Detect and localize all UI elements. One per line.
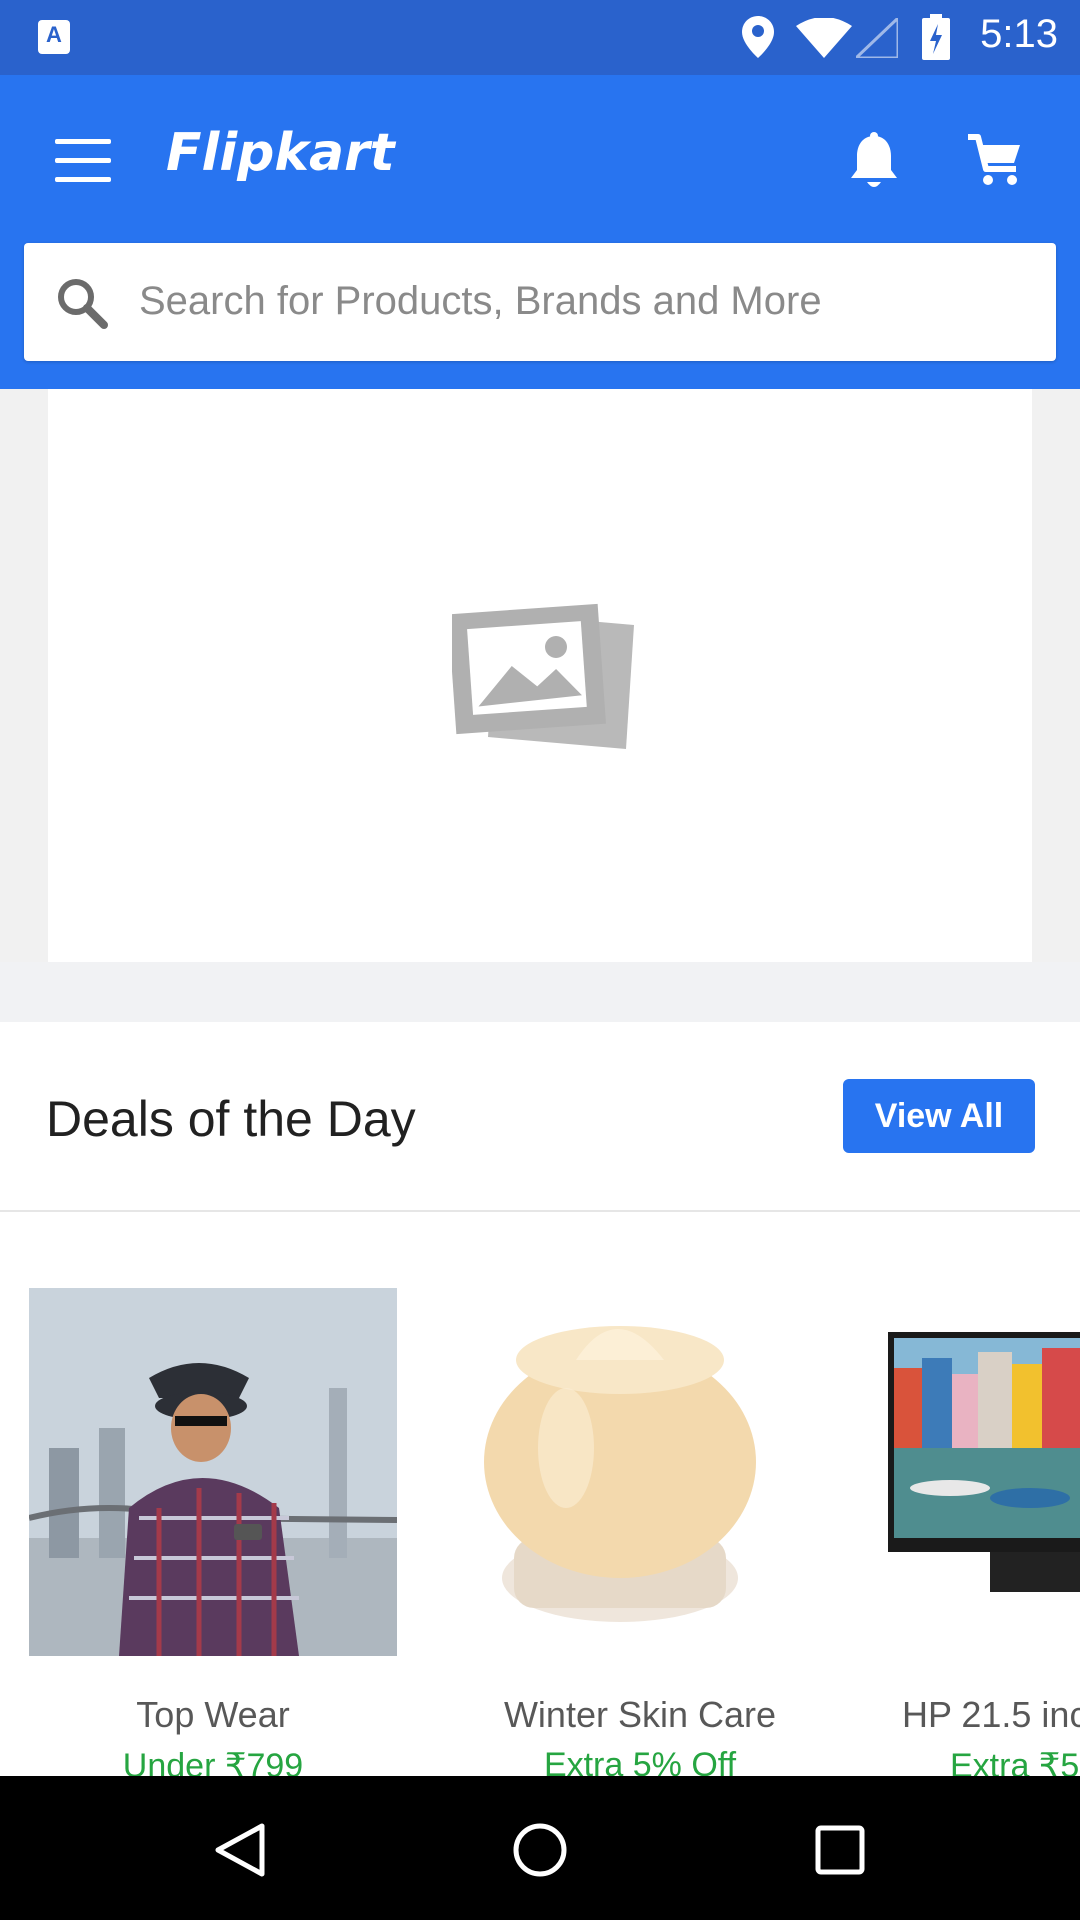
deal-image-top-wear xyxy=(29,1288,397,1656)
cart-icon[interactable] xyxy=(966,131,1024,189)
deal-item-winter-skin-care[interactable]: Winter Skin Care Extra 5% Off xyxy=(455,1288,825,1785)
app-notification-icon: A xyxy=(38,20,70,54)
recents-icon[interactable] xyxy=(810,1820,870,1880)
deal-name: Winter Skin Care xyxy=(503,1694,777,1735)
status-bar: A 5:13 xyxy=(0,0,1080,75)
deal-name: Top Wear xyxy=(136,1694,290,1735)
deal-image-hp-monitor xyxy=(880,1288,1080,1656)
home-icon[interactable] xyxy=(510,1820,570,1880)
view-all-button[interactable]: View All xyxy=(843,1079,1035,1153)
deal-name: HP 21.5 inc xyxy=(902,1694,1080,1735)
wifi-icon xyxy=(796,18,852,58)
app-bar: Flipkart Search for Products, Brands and… xyxy=(0,75,1080,389)
deal-image-winter-skin-care xyxy=(456,1288,824,1656)
deals-title: Deals of the Day xyxy=(46,1091,416,1147)
deal-item-top-wear[interactable]: Top Wear Under ₹799 xyxy=(28,1288,398,1786)
status-time: 5:13 xyxy=(980,12,1058,56)
battery-icon xyxy=(922,14,950,60)
search-icon xyxy=(58,279,108,329)
banner-slide[interactable] xyxy=(48,389,1032,962)
system-nav-bar xyxy=(0,1776,1080,1920)
image-placeholder-icon xyxy=(452,603,634,749)
flipkart-logo[interactable]: Flipkart xyxy=(166,123,395,183)
search-placeholder: Search for Products, Brands and More xyxy=(139,279,822,323)
hamburger-menu-icon[interactable] xyxy=(55,139,113,183)
back-icon[interactable] xyxy=(210,1820,270,1880)
search-bar[interactable]: Search for Products, Brands and More xyxy=(24,243,1056,361)
deals-header: Deals of the Day View All xyxy=(0,1022,1080,1212)
section-divider xyxy=(0,962,1080,1023)
deal-item-hp-monitor[interactable]: HP 21.5 inc Extra ₹5 xyxy=(880,1288,1080,1786)
location-icon xyxy=(742,16,774,58)
bell-icon[interactable] xyxy=(848,132,900,192)
signal-icon xyxy=(856,18,898,58)
banner-carousel[interactable] xyxy=(0,389,1080,962)
